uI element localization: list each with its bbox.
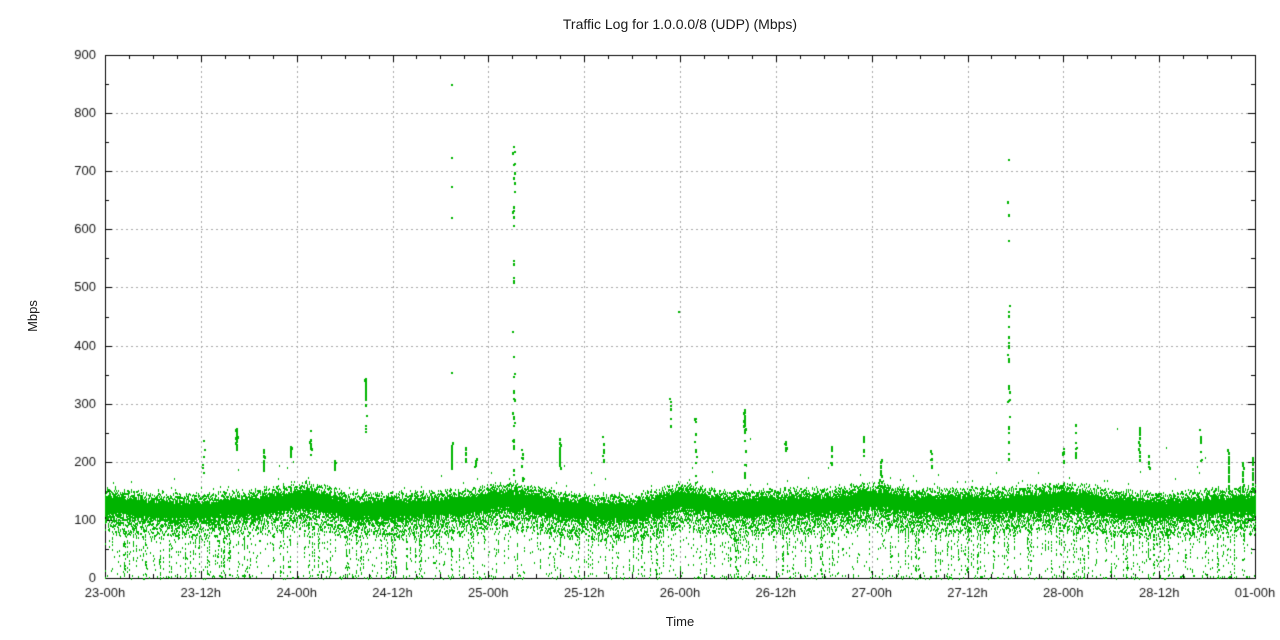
traffic-log-chart: Traffic Log for 1.0.0.0/8 (UDP) (Mbps) M… [0, 0, 1280, 640]
scatter-plot-canvas [0, 0, 1280, 640]
x-axis-label: Time [105, 614, 1255, 629]
